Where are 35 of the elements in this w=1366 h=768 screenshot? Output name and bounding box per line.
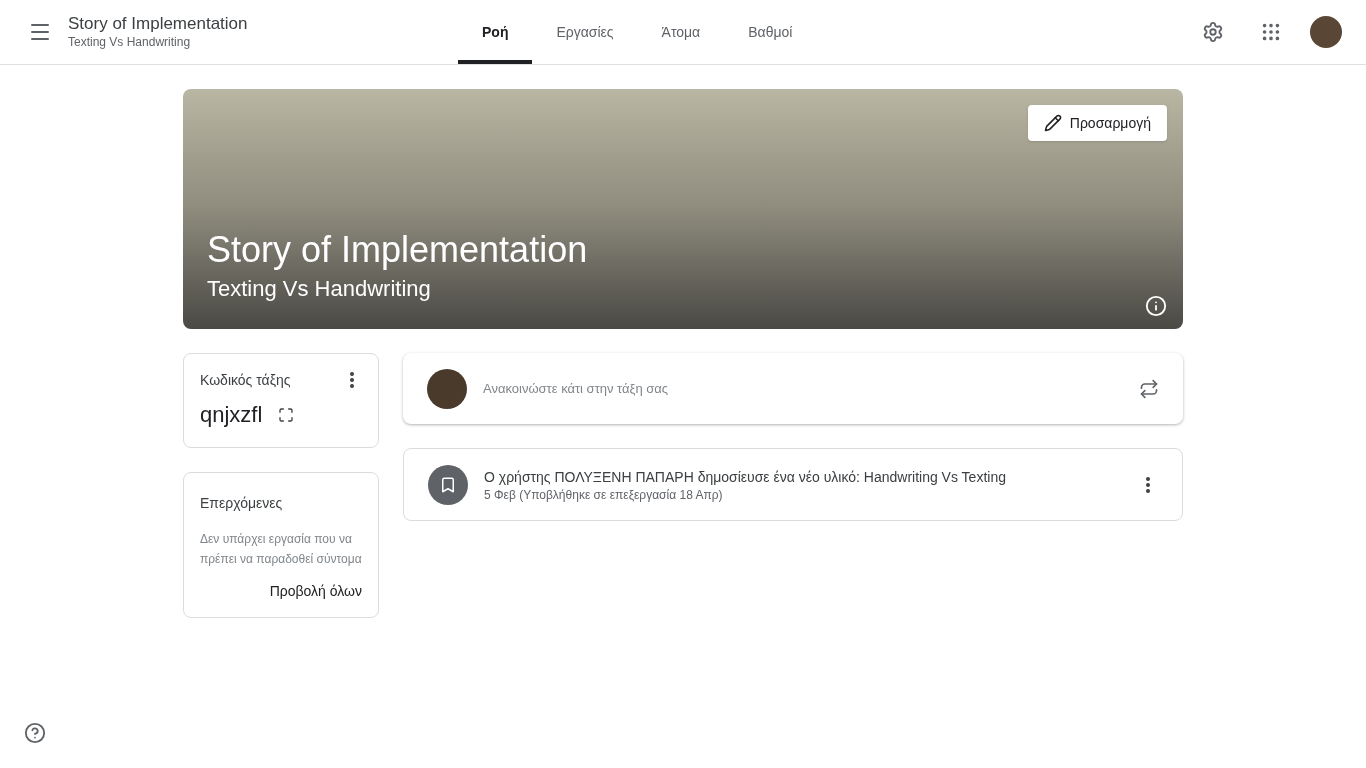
info-button[interactable] bbox=[1145, 295, 1167, 317]
class-title[interactable]: Story of Implementation bbox=[68, 14, 458, 34]
customize-button[interactable]: Προσαρμογή bbox=[1027, 105, 1167, 141]
more-icon bbox=[1146, 476, 1150, 493]
fullscreen-icon bbox=[278, 406, 295, 423]
upcoming-title: Επερχόμενες bbox=[200, 494, 284, 513]
apps-grid-icon bbox=[1260, 21, 1282, 43]
banner-subtitle: Texting Vs Handwriting bbox=[207, 275, 432, 303]
post-date: 5 Φεβ (Υποβλήθηκε σε επεξεργασία 18 Απρ) bbox=[484, 486, 724, 503]
pencil-icon bbox=[1043, 114, 1062, 132]
material-icon bbox=[428, 464, 468, 505]
settings-icon bbox=[1202, 21, 1224, 43]
view-all-link[interactable]: Προβολή όλων bbox=[269, 581, 362, 601]
class-code-label: Κωδικός τάξης bbox=[200, 371, 291, 390]
user-avatar bbox=[427, 368, 467, 409]
post-title: Ο χρήστης ΠΟΛΥΞΕΝΗ ΠΑΠΑΡΗ δημοσίευσε ένα νέο υλικό: Handwriting Vs Texting bbox=[484, 467, 1006, 487]
nav-tab[interactable]: Άτομα bbox=[637, 0, 725, 64]
banner-title: Story of Implementation bbox=[207, 228, 589, 272]
nav-tab[interactable]: Ροή bbox=[458, 0, 533, 64]
fullscreen-button[interactable] bbox=[278, 406, 295, 423]
upcoming-message: Δεν υπάρχει εργασία που να πρέπει να παραδοθεί σύντομα bbox=[200, 531, 362, 568]
help-icon bbox=[24, 722, 46, 744]
help-button[interactable] bbox=[24, 722, 46, 744]
announce-card[interactable]: Ανακοινώστε κάτι στην τάξη σας bbox=[403, 353, 1183, 424]
repeat-arrows-icon bbox=[1139, 378, 1159, 399]
info-icon bbox=[1145, 295, 1167, 317]
more-icon bbox=[350, 372, 354, 388]
repost-button[interactable] bbox=[1139, 378, 1159, 399]
nav-tab[interactable]: Εργασίες bbox=[532, 0, 638, 64]
post-card[interactable]: Ο χρήστης ΠΟΛΥΞΕΝΗ ΠΑΠΑΡΗ δημοσίευσε ένα νέο υλικό: Handwriting Vs Texting 5 Φεβ (Υποβλήθηκε σε επεξεργασία 18 Απρ) bbox=[403, 448, 1183, 521]
announce-placeholder: Ανακοινώστε κάτι στην τάξη σας bbox=[483, 379, 669, 398]
class-subtitle: Texting Vs Handwriting bbox=[68, 34, 192, 50]
nav-tab[interactable]: Βαθμοί bbox=[724, 0, 817, 64]
account-avatar[interactable] bbox=[1310, 16, 1342, 48]
class-code: qnjxzfl bbox=[200, 401, 263, 429]
